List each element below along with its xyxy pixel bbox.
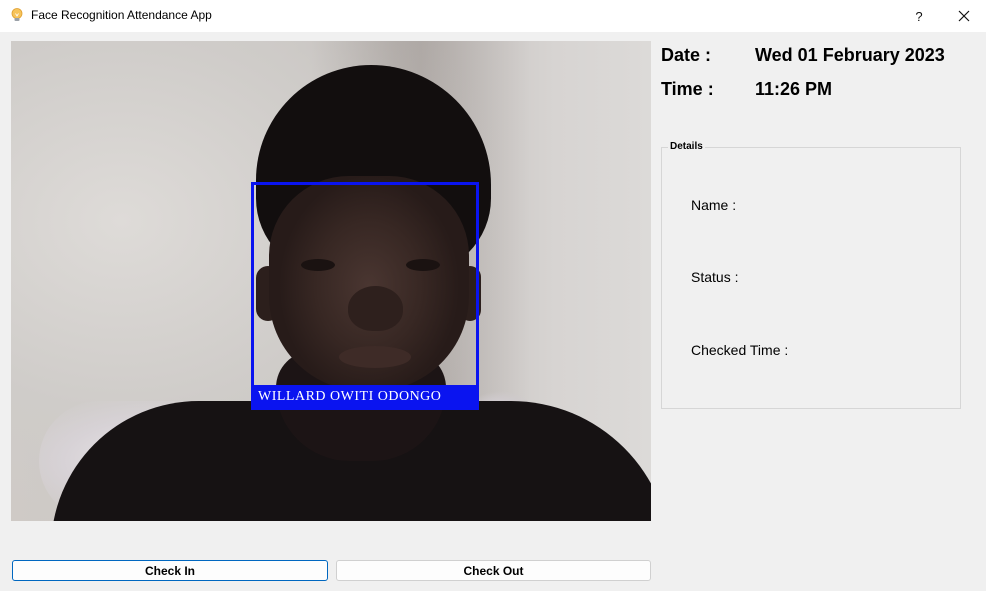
checked-time-label: Checked Time : [691,342,789,358]
help-button-label: ? [915,8,923,24]
app-window: Face Recognition Attendance App ? WILLAR… [0,0,986,591]
check-in-button-label: Check In [144,563,195,578]
date-label: Date : [661,45,712,65]
check-in-button[interactable]: Check In [12,560,328,581]
date-value: Wed 01 February 2023 [755,45,945,65]
check-out-button[interactable]: Check Out [336,560,651,581]
time-label: Time : [661,79,714,99]
name-label: Name : [691,197,737,213]
status-label: Status : [691,269,739,285]
check-out-button-label: Check Out [463,563,524,578]
close-icon [958,10,970,22]
face-detection-box [251,182,479,410]
bulb-icon [11,8,23,21]
close-button[interactable] [942,0,986,32]
details-group-title: Details [668,141,705,152]
title-bar[interactable]: Face Recognition Attendance App ? [0,0,986,32]
recognized-name-label: WILLARD OWITI ODONGO [251,385,479,408]
camera-feed: WILLARD OWITI ODONGO [11,41,651,521]
help-button[interactable]: ? [900,0,938,32]
time-value: 11:26 PM [755,79,833,99]
window-title: Face Recognition Attendance App [31,8,212,22]
